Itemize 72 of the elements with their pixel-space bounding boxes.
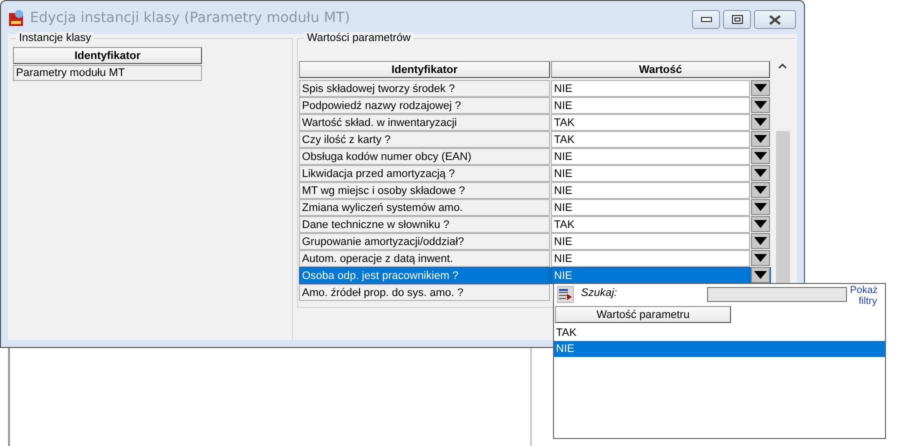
- list-option[interactable]: TAK: [554, 325, 885, 341]
- dropdown-button[interactable]: [751, 148, 770, 164]
- minimize-button[interactable]: [692, 10, 720, 29]
- down-triangle-icon: [754, 152, 767, 160]
- window-title: Edycja instancji klasy (Parametry modułu MT): [30, 10, 351, 26]
- list-row[interactable]: Parametry modułu MT: [13, 65, 202, 81]
- value-dropdown[interactable]: NIE: [551, 267, 750, 284]
- table-cell[interactable]: Amo. źródeł prop. do sys. amo. ?: [299, 284, 550, 301]
- value-dropdown[interactable]: TAK: [551, 131, 750, 148]
- group-title: Instancje klasy: [16, 32, 94, 44]
- column-header[interactable]: Identyfikator: [299, 61, 550, 78]
- down-triangle-icon: [754, 84, 767, 92]
- down-triangle-icon: [754, 254, 767, 262]
- down-triangle-icon: [754, 169, 767, 177]
- table-cell[interactable]: Wartość skład. w inwentaryzacji: [299, 114, 550, 131]
- value-dropdown[interactable]: TAK: [551, 114, 750, 131]
- value-dropdown[interactable]: NIE: [551, 97, 750, 114]
- dropdown-button[interactable]: [751, 267, 770, 283]
- value-dropdown[interactable]: NIE: [551, 250, 750, 267]
- table-cell[interactable]: Obsługa kodów numer obcy (EAN): [299, 148, 550, 165]
- maximize-button[interactable]: [723, 10, 751, 29]
- table-cell[interactable]: Spis składowej tworzy środek ?: [299, 80, 550, 97]
- down-triangle-icon: [754, 135, 767, 143]
- list-option[interactable]: NIE: [554, 341, 885, 357]
- table-cell[interactable]: Likwidacja przed amortyzacją ?: [299, 165, 550, 182]
- table-cell[interactable]: Dane techniczne w słowniku ?: [299, 216, 550, 233]
- table-cell[interactable]: Autom. operacje z datą inwent.: [299, 250, 550, 267]
- show-filters-link[interactable]: Pokaż filtry: [850, 285, 877, 307]
- minimize-icon: [700, 17, 712, 22]
- group-title: Wartości parametrów: [304, 32, 414, 44]
- search-field[interactable]: [707, 287, 847, 302]
- value-dropdown[interactable]: NIE: [551, 233, 750, 250]
- down-triangle-icon: [754, 186, 767, 194]
- down-triangle-icon: [754, 237, 767, 245]
- maximize-icon: [732, 15, 742, 24]
- down-triangle-icon: [754, 271, 767, 279]
- filter-button[interactable]: [557, 286, 574, 303]
- close-icon: [768, 14, 782, 24]
- value-dropdown[interactable]: TAK: [551, 216, 750, 233]
- down-triangle-icon: [754, 101, 767, 109]
- dropdown-button[interactable]: [751, 216, 770, 232]
- dropdown-button[interactable]: [751, 114, 770, 130]
- table-cell[interactable]: MT wg miejsc i osoby składowe ?: [299, 182, 550, 199]
- column-header[interactable]: Wartość parametru: [555, 306, 731, 323]
- value-dropdown[interactable]: NIE: [551, 165, 750, 182]
- dropdown-button[interactable]: [751, 131, 770, 147]
- value-dropdown[interactable]: NIE: [551, 148, 750, 165]
- down-triangle-icon: [754, 203, 767, 211]
- down-triangle-icon: [754, 118, 767, 126]
- table-cell[interactable]: Grupowanie amortyzacji/oddział?: [299, 233, 550, 250]
- table-cell[interactable]: Podpowiedź nazwy rodzajowej ?: [299, 97, 550, 114]
- down-triangle-icon: [754, 220, 767, 228]
- scroll-up-icon: [778, 63, 787, 69]
- table-cell[interactable]: Zmiana wyliczeń systemów amo.: [299, 199, 550, 216]
- dropdown-button[interactable]: [751, 182, 770, 198]
- close-button[interactable]: [754, 10, 796, 29]
- dropdown-button[interactable]: [751, 80, 770, 96]
- value-dropdown[interactable]: NIE: [551, 199, 750, 216]
- column-header[interactable]: Wartość: [551, 61, 770, 78]
- dropdown-button[interactable]: [751, 199, 770, 215]
- dropdown-button[interactable]: [751, 250, 770, 266]
- search-label: Szukaj:: [581, 287, 618, 299]
- list-arrow-icon: [559, 288, 572, 300]
- column-header[interactable]: Identyfikator: [13, 47, 202, 64]
- value-dropdown[interactable]: NIE: [551, 80, 750, 97]
- dropdown-button[interactable]: [751, 97, 770, 113]
- value-dropdown[interactable]: NIE: [551, 182, 750, 199]
- table-cell[interactable]: Czy ilość z karty ?: [299, 131, 550, 148]
- table-cell[interactable]: Osoba odp. jest pracownikiem ?: [299, 267, 550, 284]
- app-icon: [9, 10, 25, 26]
- dropdown-button[interactable]: [751, 233, 770, 249]
- dropdown-button[interactable]: [751, 165, 770, 181]
